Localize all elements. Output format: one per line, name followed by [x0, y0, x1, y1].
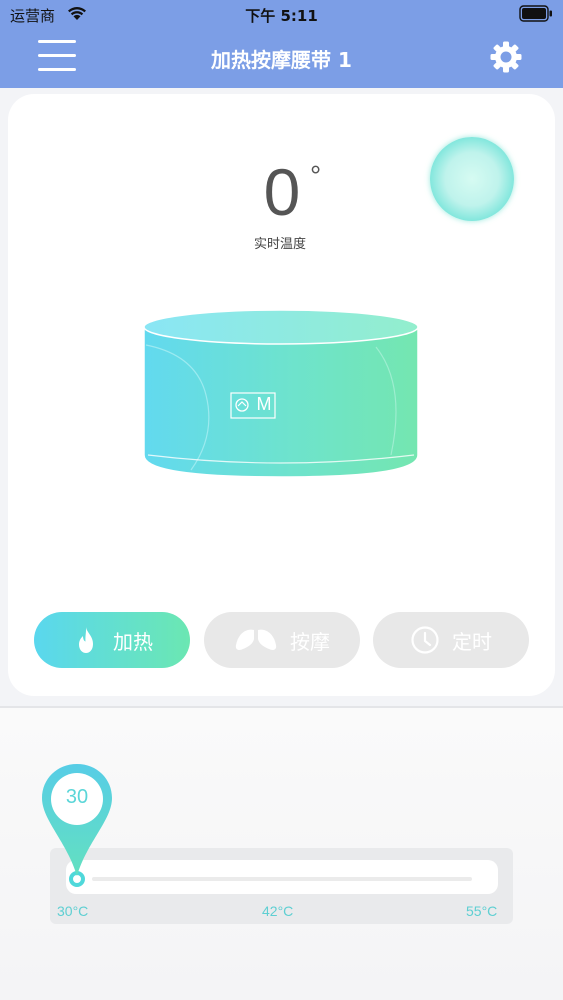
degree-symbol: °	[310, 160, 322, 191]
temperature-label: 实时温度	[253, 237, 306, 252]
tick-min: 30°C	[57, 903, 89, 919]
settings-button[interactable]	[489, 40, 523, 74]
status-bar: 运营商 下午 5:11	[0, 0, 563, 30]
tick-mid: 42°C	[262, 903, 294, 919]
heat-mode-label: 加热	[113, 629, 153, 654]
flame-icon	[71, 625, 101, 655]
hamburger-menu-icon	[38, 40, 76, 43]
gear-icon	[490, 41, 522, 73]
slider-track	[66, 860, 498, 894]
clock-icon	[410, 625, 440, 655]
page-title: 加热按摩腰带 1	[211, 48, 352, 72]
value-pin-icon	[42, 764, 112, 884]
tick-max: 55°C	[466, 903, 498, 919]
timer-mode-label: 定时	[452, 629, 492, 654]
belt-logo: M	[256, 394, 272, 414]
massage-mode-button[interactable]: 按摩	[204, 612, 360, 668]
slider-rail	[92, 877, 472, 881]
massage-mode-label: 按摩	[290, 629, 330, 654]
belt-illustration: M	[136, 305, 426, 485]
timer-mode-button[interactable]: 定时	[373, 612, 529, 668]
top-bar: 运营商 下午 5:11 加热按摩腰带 1	[0, 0, 563, 88]
temperature-value: 0	[263, 155, 301, 229]
current-temperature-value: 30	[65, 786, 89, 808]
heat-mode-button[interactable]: 加热	[34, 612, 190, 668]
battery-icon	[519, 5, 553, 22]
power-button[interactable]	[430, 137, 514, 221]
lungs-icon	[234, 625, 278, 655]
status-time: 下午 5:11	[245, 7, 318, 25]
